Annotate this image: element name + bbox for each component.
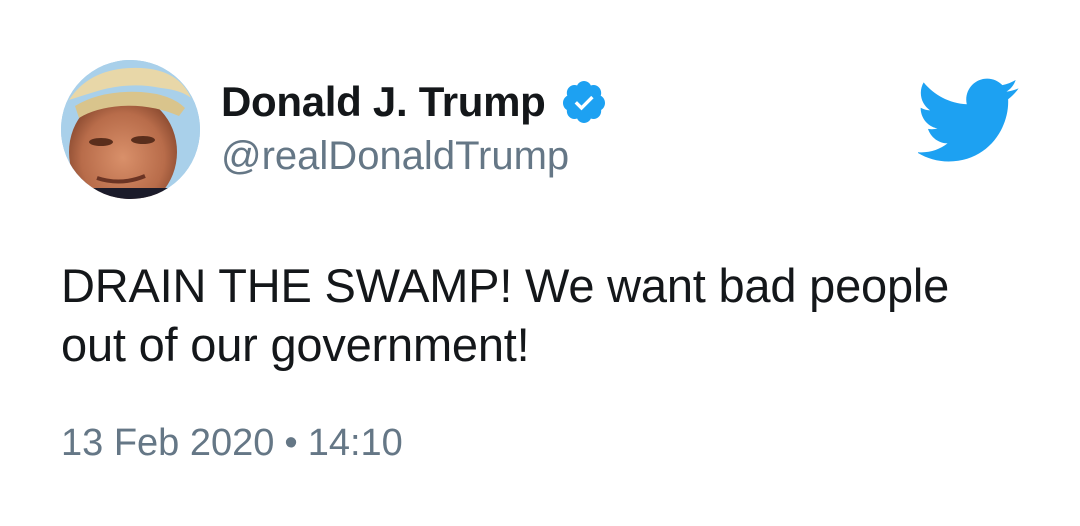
user-handle[interactable]: @realDonaldTrump [221,134,569,179]
verified-badge-icon [560,78,608,126]
tweet-time: 14:10 [307,422,403,464]
tweet-date: 13 Feb 2020 [61,422,275,464]
tweet-text-line: DRAIN THE SWAMP! We want bad people [61,259,950,312]
tweet-text-line: out of our government! [61,318,530,371]
twitter-bird-icon[interactable] [916,78,1020,162]
tweet-card: Donald J. Trump @realDonaldTrump DRAIN T… [0,0,1080,526]
tweet-timestamp[interactable]: 13 Feb 2020 • 14:10 [61,422,403,465]
display-name[interactable]: Donald J. Trump [221,78,546,126]
avatar-image [61,60,200,199]
author-name-row[interactable]: Donald J. Trump [221,78,608,126]
separator-dot: • [284,422,298,464]
tweet-text: DRAIN THE SWAMP! We want bad people out … [61,256,1021,374]
avatar[interactable] [61,60,200,199]
